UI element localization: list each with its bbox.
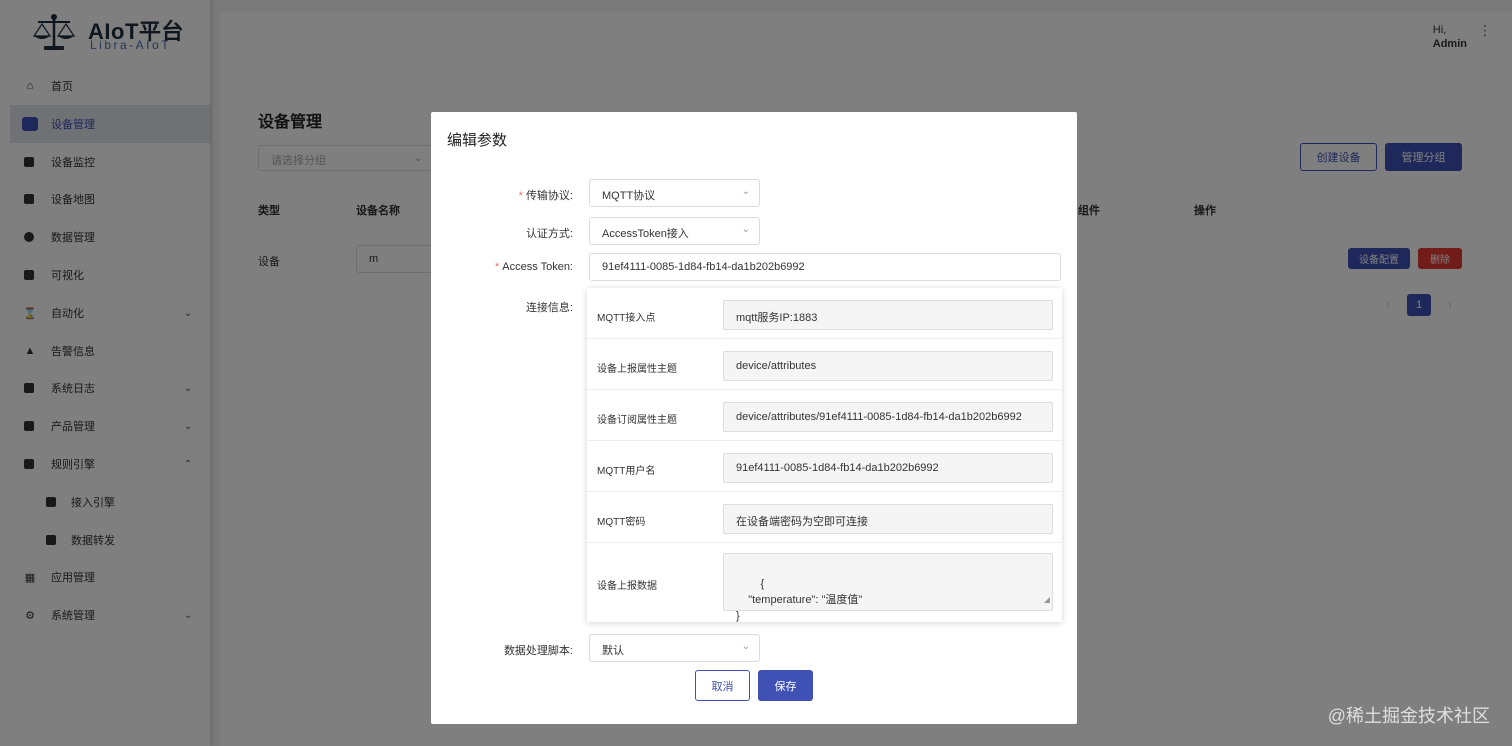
auth-label: 认证方式: <box>525 228 573 240</box>
connection-row-label: MQTT用户名 <box>597 466 656 477</box>
connection-row: 设备上报属性主题 device/attributes <box>587 339 1062 390</box>
access-token-input[interactable]: 91ef4111-0085-1d84-fb14-da1b202b6992 <box>589 253 1061 281</box>
connection-row: MQTT用户名 91ef4111-0085-1d84-fb14-da1b202b… <box>587 441 1062 492</box>
report-data-textarea[interactable]: { "temperature": "温度值" } ◢ <box>723 553 1053 622</box>
dialog-title: 编辑参数 <box>447 132 508 149</box>
edit-params-dialog: 编辑参数 * 传输协议: MQTT协议 ⌄ 认证方式: AccessToken接入… <box>431 112 1077 724</box>
connection-row: 设备订阅属性主题 device/attributes/91ef4111-0085… <box>587 390 1062 441</box>
protocol-label: * 传输协议: <box>518 190 573 202</box>
mqtt-endpoint-value[interactable]: mqtt服务IP:1883 <box>723 300 1053 330</box>
report-data-value: { "temperature": "温度值" } <box>736 578 863 622</box>
auth-value: AccessToken接入 <box>602 228 689 240</box>
script-label: 数据处理脚本: <box>503 645 573 657</box>
connection-row: MQTT密码 在设备端密码为空即可连接 <box>587 492 1062 543</box>
connection-row-label: 设备订阅属性主题 <box>597 415 677 426</box>
protocol-value: MQTT协议 <box>602 190 656 202</box>
auth-select[interactable]: AccessToken接入 ⌄ <box>589 217 760 245</box>
watermark: @稀土掘金技术社区 <box>1327 706 1490 726</box>
subscribe-topic-value[interactable]: device/attributes/91ef4111-0085-1d84-fb1… <box>723 402 1053 432</box>
mqtt-username-value[interactable]: 91ef4111-0085-1d84-fb14-da1b202b6992 <box>723 453 1053 483</box>
save-button[interactable]: 保存 <box>758 670 813 701</box>
script-value: 默认 <box>602 645 624 657</box>
connection-info-label: 连接信息: <box>525 302 573 314</box>
chevron-down-icon: ⌄ <box>741 224 750 235</box>
token-label: * Access Token: <box>494 261 573 273</box>
mqtt-password-value[interactable]: 在设备端密码为空即可连接 <box>723 504 1053 534</box>
cancel-button[interactable]: 取消 <box>695 670 750 701</box>
connection-row-label: 设备上报数据 <box>597 581 657 592</box>
publish-topic-value[interactable]: device/attributes <box>723 351 1053 381</box>
connection-row-label: MQTT密码 <box>597 517 646 528</box>
connection-info-table: MQTT接入点 mqtt服务IP:1883 设备上报属性主题 device/at… <box>587 288 1062 622</box>
script-select[interactable]: 默认 ⌄ <box>589 634 760 662</box>
protocol-select[interactable]: MQTT协议 ⌄ <box>589 179 760 207</box>
connection-row: MQTT接入点 mqtt服务IP:1883 <box>587 288 1062 339</box>
connection-row-label: 设备上报属性主题 <box>597 364 677 375</box>
resize-handle-icon[interactable]: ◢ <box>1044 592 1050 608</box>
chevron-down-icon: ⌄ <box>741 186 750 197</box>
connection-row: 设备上报数据 { "temperature": "温度值" } ◢ <box>587 543 1062 622</box>
chevron-down-icon: ⌄ <box>741 641 750 652</box>
connection-row-label: MQTT接入点 <box>597 313 656 324</box>
